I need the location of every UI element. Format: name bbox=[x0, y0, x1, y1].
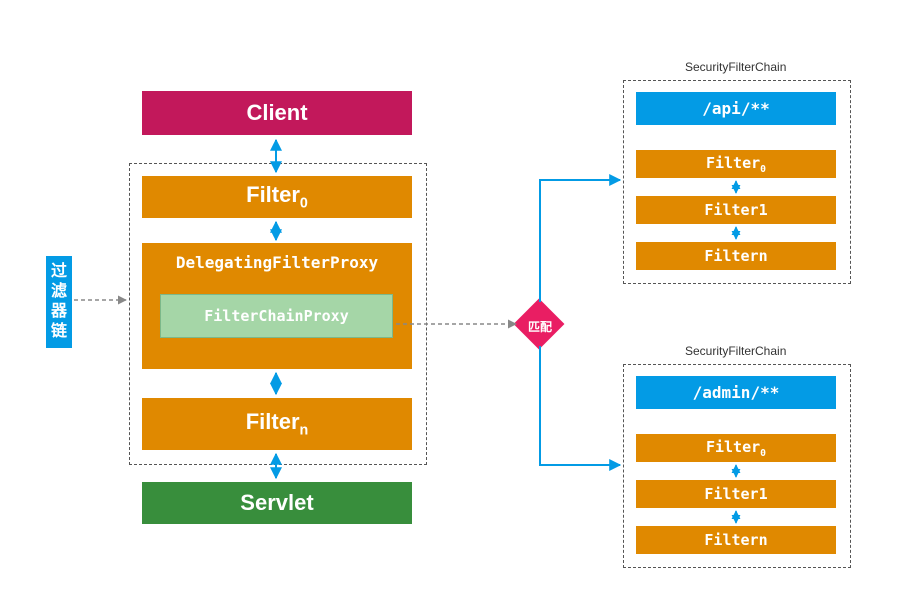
filter-chain-proxy-label: FilterChainProxy bbox=[204, 307, 349, 325]
chain-1-filter-0: Filter0 bbox=[636, 150, 836, 178]
chain-1-filter-1: Filter1 bbox=[636, 196, 836, 224]
chain-2-filter-0: Filter0 bbox=[636, 434, 836, 462]
chain-2-pattern: /admin/** bbox=[636, 376, 836, 409]
match-label: 匹配 bbox=[528, 318, 552, 335]
filter-n-label: Filtern bbox=[246, 409, 309, 438]
filter-0-label: Filter0 bbox=[246, 182, 308, 211]
chain-1-pattern: /api/** bbox=[636, 92, 836, 125]
delegating-filter-proxy-box: DelegatingFilterProxy FilterChainProxy bbox=[142, 243, 412, 369]
servlet-label: Servlet bbox=[240, 490, 313, 516]
chain-1-filter-n: Filtern bbox=[636, 242, 836, 270]
security-filter-chain-label-2: SecurityFilterChain bbox=[685, 344, 786, 358]
filter-chain-proxy-box: FilterChainProxy bbox=[160, 294, 393, 338]
chain-2-filter-1: Filter1 bbox=[636, 480, 836, 508]
chain-2-filter-n: Filtern bbox=[636, 526, 836, 554]
filter-0-box: Filter0 bbox=[142, 176, 412, 218]
sidebar-filter-chain-label: 过 滤 器 链 bbox=[46, 256, 72, 348]
servlet-box: Servlet bbox=[142, 482, 412, 524]
client-label: Client bbox=[246, 100, 307, 126]
filter-n-box: Filtern bbox=[142, 398, 412, 450]
security-filter-chain-label-1: SecurityFilterChain bbox=[685, 60, 786, 74]
delegating-filter-proxy-label: DelegatingFilterProxy bbox=[142, 243, 412, 272]
client-box: Client bbox=[142, 91, 412, 135]
